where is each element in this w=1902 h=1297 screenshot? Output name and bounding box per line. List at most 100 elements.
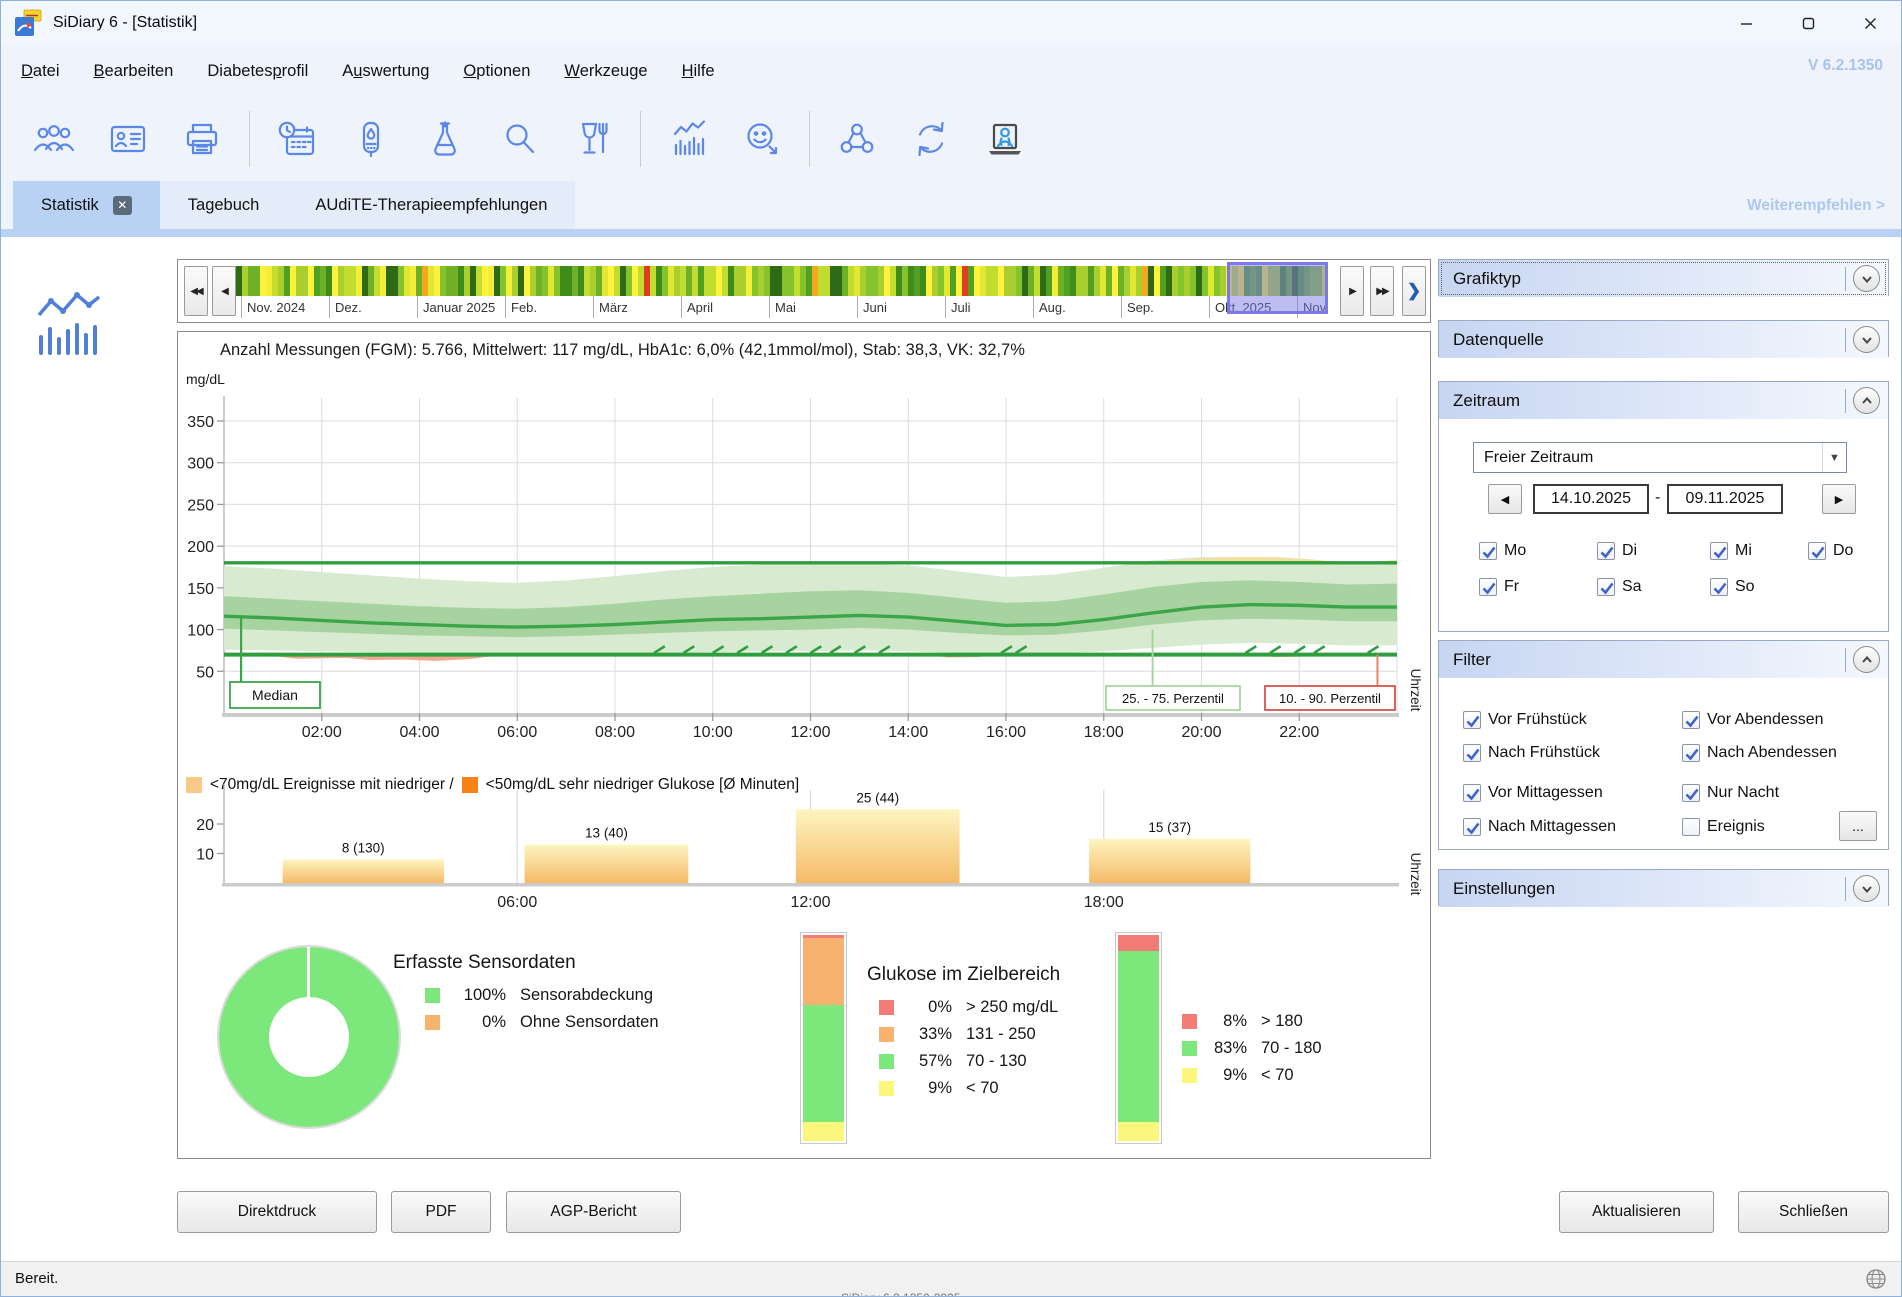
timeline-last-button[interactable]: ▶▶ [1370,266,1394,316]
schedule-button[interactable] [260,107,334,171]
checkbox-mo[interactable]: Mo [1479,542,1526,560]
printer-button[interactable] [165,107,239,171]
menu-auswertung[interactable]: Auswertung [342,62,429,81]
legend-row: 0%> 250 mg/dL [879,998,1058,1017]
timeline-next-button[interactable]: ▶ [1340,266,1364,316]
bar-segment [803,1122,844,1141]
checkbox-nur-nacht[interactable]: Nur Nacht [1682,784,1779,802]
checkbox[interactable] [1597,578,1615,596]
status-bar: Bereit. SiDiary 6.2.1350-2025 [1,1261,1901,1296]
checkbox[interactable] [1710,578,1728,596]
checkbox-vor-mittagessen[interactable]: Vor Mittagessen [1463,784,1603,802]
nutrition-button[interactable] [556,107,630,171]
tab-label: AUdiTE-Therapieempfehlungen [315,196,547,215]
checkbox-sa[interactable]: Sa [1597,578,1642,596]
checkbox-nach-abendessen[interactable]: Nach Abendessen [1682,744,1837,762]
collapse-chevron-icon[interactable] [1853,646,1880,673]
pdf-button[interactable]: PDF [391,1191,491,1233]
checkbox[interactable] [1479,578,1497,596]
timeline-first-button[interactable]: ◀◀ [184,266,208,316]
schlie-en-button[interactable]: Schließen [1738,1191,1889,1233]
timeline-selection[interactable] [1227,262,1328,314]
checkbox[interactable] [1479,542,1497,560]
period-dropdown[interactable]: Freier Zeitraum▼ [1473,442,1847,473]
panel-header-filter[interactable]: Filter [1439,641,1888,678]
tab-tagebuch[interactable]: Tagebuch [160,181,288,229]
tab-close-icon[interactable]: ✕ [113,196,132,215]
tab-audite-therapieempfehlungen[interactable]: AUdiTE-Therapieempfehlungen [287,181,575,229]
menu-hilfe[interactable]: Hilfe [682,62,715,81]
telemedicine-button[interactable] [968,107,1042,171]
checkbox-do[interactable]: Do [1808,542,1853,560]
panel-header-zeitraum[interactable]: Zeitraum [1439,382,1888,419]
date-from-field[interactable]: 14.10.2025 [1533,484,1649,514]
aktualisieren-button[interactable]: Aktualisieren [1559,1191,1714,1233]
checkbox-ereignis[interactable]: Ereignis [1682,818,1765,836]
panel-header-grafiktyp[interactable]: Grafiktyp [1439,260,1888,297]
legend-square [425,1015,440,1030]
svg-text:18:00: 18:00 [1084,894,1124,911]
checkbox[interactable] [1710,542,1728,560]
checkbox-fr[interactable]: Fr [1479,578,1519,596]
close-button[interactable] [1839,1,1901,45]
panel-header-datenquelle[interactable]: Datenquelle [1439,321,1888,358]
checkbox-so[interactable]: So [1710,578,1755,596]
menu-optionen[interactable]: Optionen [463,62,530,81]
hypo-bar-chart: 10208 (130)13 (40)25 (44)15 (37)06:0012:… [178,774,1430,916]
expand-chevron-icon[interactable] [1853,326,1880,353]
expand-chevron-icon[interactable] [1853,265,1880,292]
legend-percent: 9% [1207,1066,1247,1085]
checkbox[interactable] [1682,711,1700,729]
date-back-button[interactable]: ◀ [1488,484,1522,514]
checkbox[interactable] [1463,744,1481,762]
panel-header-einstellungen[interactable]: Einstellungen [1439,870,1888,907]
sync-button[interactable] [894,107,968,171]
legend-percent: 100% [450,986,506,1005]
menu-datei[interactable]: Datei [21,62,60,81]
expand-chevron-icon[interactable] [1853,875,1880,902]
wellbeing-button[interactable] [725,107,799,171]
date-forward-button[interactable]: ▶ [1822,484,1856,514]
timeline-prev-button[interactable]: ◀ [212,266,236,316]
checkbox[interactable] [1463,784,1481,802]
lab-flask-button[interactable] [408,107,482,171]
menu-bearbeiten[interactable]: Bearbeiten [94,62,174,81]
checkbox-mi[interactable]: Mi [1710,542,1752,560]
checkbox-vor-fr-hst-ck[interactable]: Vor Frühstück [1463,711,1587,729]
month-label: Dez. [335,300,362,315]
collapse-chevron-icon[interactable] [1853,387,1880,414]
statistics-button[interactable] [651,107,725,171]
direktdruck-button[interactable]: Direktdruck [177,1191,377,1233]
checkbox[interactable] [1682,784,1700,802]
svg-text:8 (130): 8 (130) [342,840,385,855]
people-group-button[interactable] [17,107,91,171]
checkbox-di[interactable]: Di [1597,542,1637,560]
checkbox[interactable] [1463,818,1481,836]
search-button[interactable] [482,107,556,171]
patient-card-button[interactable] [91,107,165,171]
version-label: V 6.2.1350 [1808,57,1883,75]
recommend-link[interactable]: Weiterempfehlen > [1747,197,1885,215]
glucose-meter-button[interactable] [334,107,408,171]
checkbox[interactable] [1808,542,1826,560]
checkbox[interactable] [1682,818,1700,836]
checkbox[interactable] [1597,542,1615,560]
menu-werkzeuge[interactable]: Werkzeuge [564,62,647,81]
svg-text:15 (37): 15 (37) [1148,820,1191,835]
checkbox-nach-mittagessen[interactable]: Nach Mittagessen [1463,818,1616,836]
checkbox[interactable] [1682,744,1700,762]
agp-bericht-button[interactable]: AGP-Bericht [506,1191,681,1233]
timeline-heatmap-strip[interactable] [236,266,1328,296]
share-button[interactable] [820,107,894,171]
timeline-forward-button[interactable]: ❯ [1402,266,1426,316]
date-to-field[interactable]: 09.11.2025 [1667,484,1783,514]
tab-statistik[interactable]: Statistik✕ [13,181,160,229]
period-dropdown-value: Freier Zeitraum [1484,449,1593,467]
more-options-button[interactable]: ... [1839,811,1877,841]
maximize-button[interactable] [1777,1,1839,45]
minimize-button[interactable] [1715,1,1777,45]
checkbox[interactable] [1463,711,1481,729]
menu-diabetesprofil[interactable]: Diabetesprofil [207,62,308,81]
checkbox-vor-abendessen[interactable]: Vor Abendessen [1682,711,1824,729]
checkbox-nach-fr-hst-ck[interactable]: Nach Frühstück [1463,744,1600,762]
